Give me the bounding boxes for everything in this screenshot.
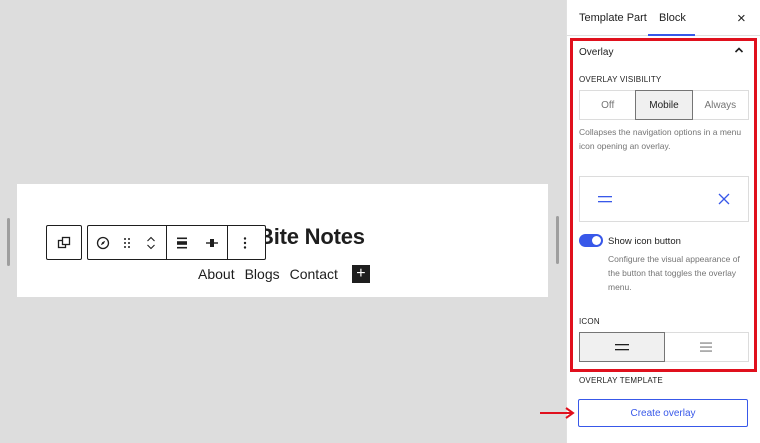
visibility-help-text: Collapses the navigation options in a me…: [579, 127, 742, 151]
right-resize-handle[interactable]: [556, 216, 559, 264]
select-parent-toolbar: [46, 225, 82, 260]
drag-handle[interactable]: [118, 226, 136, 259]
justification-button[interactable]: [167, 226, 197, 259]
active-tab-indicator: [648, 34, 695, 36]
close-icon[interactable]: ×: [737, 10, 746, 27]
navigation-block-type-button[interactable]: [88, 226, 118, 259]
add-block-icon[interactable]: +: [351, 265, 370, 283]
icon-label: ICON: [579, 317, 600, 326]
move-up-down-buttons[interactable]: [136, 226, 166, 259]
navigation-block[interactable]: About Blogs Contact +: [198, 265, 370, 283]
tab-block[interactable]: Block: [659, 12, 686, 24]
nav-item-blogs[interactable]: Blogs: [245, 266, 280, 282]
icon-style-toggle-group: [579, 332, 749, 362]
toggle-knob: [592, 236, 601, 245]
annotation-arrow-icon: [540, 407, 575, 419]
show-icon-button-toggle[interactable]: [579, 234, 603, 247]
editor-canvas: Bite Notes About Blogs Contact +: [0, 0, 566, 443]
visibility-option-mobile[interactable]: Mobile: [635, 90, 693, 120]
create-overlay-button[interactable]: Create overlay: [578, 399, 748, 427]
two-line-menu-icon: [614, 344, 629, 351]
overlay-visibility-label: OVERLAY VISIBILITY: [579, 75, 662, 84]
icon-option-two-lines[interactable]: [579, 332, 665, 362]
chevron-up-icon[interactable]: [146, 235, 156, 243]
site-title[interactable]: Bite Notes: [258, 224, 365, 250]
duplicate-squares-icon: [57, 236, 71, 248]
chevron-up-icon[interactable]: [734, 46, 744, 54]
more-options-button[interactable]: [228, 226, 262, 259]
overlay-template-label: OVERLAY TEMPLATE: [579, 376, 663, 385]
sidebar-tabs: Template Part Block ×: [567, 0, 760, 36]
three-line-menu-icon: [700, 342, 713, 352]
left-resize-handle[interactable]: [7, 218, 10, 266]
tab-template-part[interactable]: Template Part: [579, 12, 647, 24]
select-parent-button[interactable]: [47, 226, 81, 259]
overlay-menu-preview[interactable]: [579, 176, 749, 222]
two-line-menu-icon: [598, 196, 612, 203]
block-toolbar: [87, 225, 266, 260]
show-icon-button-label[interactable]: Show icon button: [608, 236, 681, 247]
close-icon: [718, 193, 730, 205]
vertical-ellipsis-icon: [243, 236, 247, 249]
align-center-icon: [206, 238, 218, 247]
nav-item-contact[interactable]: Contact: [290, 266, 338, 282]
icon-option-three-lines[interactable]: [665, 333, 749, 361]
visibility-option-always[interactable]: Always: [693, 91, 748, 119]
visibility-option-off[interactable]: Off: [580, 91, 635, 119]
overlay-visibility-toggle-group: Off Mobile Always: [579, 90, 749, 120]
settings-sidebar: Template Part Block × Overlay OVERLAY VI…: [566, 0, 760, 443]
justify-space-between-icon: [177, 237, 187, 248]
overlay-panel-title[interactable]: Overlay: [579, 47, 613, 58]
compass-icon: [96, 236, 110, 249]
vertical-alignment-button[interactable]: [197, 226, 227, 259]
show-icon-help-text: Configure the visual appearance of the b…: [608, 254, 740, 292]
nav-item-about[interactable]: About: [198, 266, 235, 282]
chevron-down-icon[interactable]: [146, 243, 156, 251]
drag-handle-icon: [124, 237, 130, 248]
